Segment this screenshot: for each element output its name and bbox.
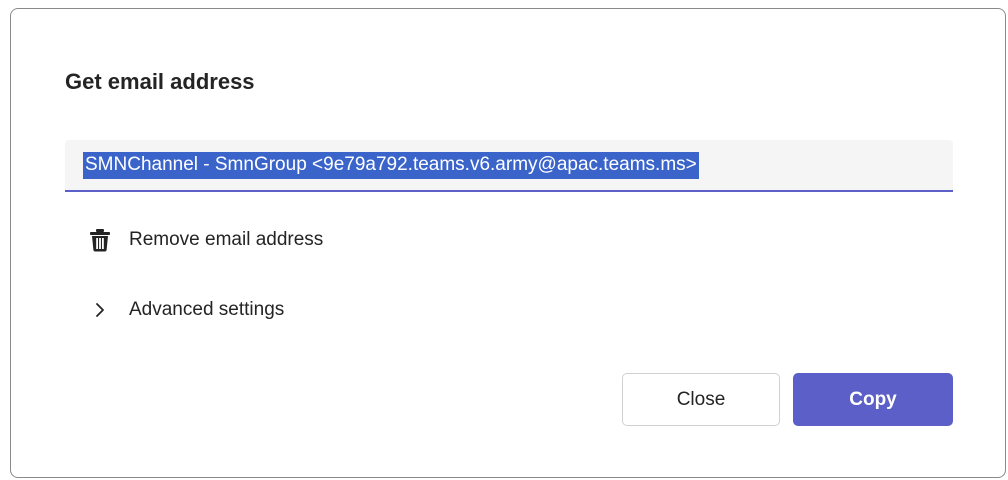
dialog-title: Get email address [65,69,255,94]
email-address-field[interactable]: SMNChannel - SmnGroup <9e79a792.teams.v6… [65,140,953,192]
advanced-settings-label: Advanced settings [129,299,285,320]
close-button[interactable]: Close [622,373,780,426]
email-address-value[interactable]: SMNChannel - SmnGroup <9e79a792.teams.v6… [83,151,699,179]
get-email-dialog: Get email address SMNChannel - SmnGroup … [10,8,1006,478]
chevron-right-icon [89,296,117,324]
advanced-settings-toggle[interactable]: Advanced settings [89,296,284,324]
remove-email-address-label: Remove email address [129,229,324,250]
trash-icon [89,226,117,254]
copy-button[interactable]: Copy [793,373,953,426]
remove-email-address-button[interactable]: Remove email address [89,226,323,254]
